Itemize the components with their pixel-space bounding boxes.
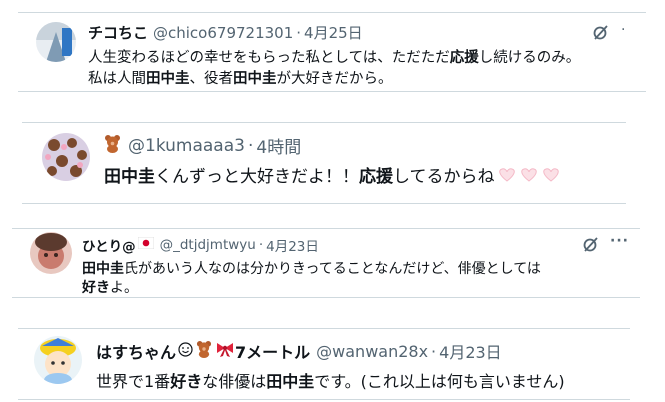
grok-icon[interactable] xyxy=(582,236,599,253)
japan-flag-icon xyxy=(137,236,154,253)
display-name-suffix[interactable]: 7メートル xyxy=(235,339,310,363)
divider xyxy=(22,122,626,123)
tweet-date[interactable]: 4月25日 xyxy=(304,22,363,43)
tweet-text-line: 人生変わるほどの幸せをもらった私としては、ただただ応援し続けるのみ。 xyxy=(88,46,580,67)
tweet-header: ひとり@ @_dtjdjmtwyu · 4月23日 xyxy=(82,235,319,255)
highlighted-keyword: 応援 xyxy=(359,167,393,187)
tweet-header: はすちゃん 7メートル @wanwan28x · 4月23日 xyxy=(96,339,502,363)
tweet-text-line: 好きよ。 xyxy=(82,277,138,297)
tweet-text-line: 田中圭くんずっと大好きだよ！！応援してるからね xyxy=(104,162,563,188)
bear-emoji-icon xyxy=(104,134,121,158)
tweet-header: チコちこ @chico679721301 · 4月25日 xyxy=(88,22,363,43)
tweet-date[interactable]: 4時間 xyxy=(256,133,301,158)
highlighted-keyword: 応援 xyxy=(449,50,479,66)
text-segment: 人生変わるほどの幸せをもらった私としては、ただただ xyxy=(88,50,450,66)
user-handle[interactable]: @wanwan28x xyxy=(316,342,428,361)
more-icon[interactable]: · xyxy=(621,22,625,38)
text-segment: 私は人間 xyxy=(88,71,146,87)
highlighted-keyword: 田中圭 xyxy=(233,71,277,87)
divider xyxy=(18,91,646,92)
text-segment: よ。 xyxy=(110,280,138,296)
text-segment: です。(これ以上は何も言いません) xyxy=(314,372,565,391)
divider xyxy=(22,203,626,204)
text-segment: が大好きだから。 xyxy=(276,71,393,87)
divider xyxy=(18,399,630,400)
tweet-text-line: 田中圭氏があいう人なのは分かりきってることなんだけど、俳優としては xyxy=(82,258,541,278)
tweet-text-line: 私は人間田中圭、役者田中圭が大好きだから。 xyxy=(88,67,393,88)
text-segment: な俳優は xyxy=(202,372,267,391)
grok-icon[interactable] xyxy=(592,24,609,41)
display-name[interactable]: チコちこ xyxy=(88,22,148,43)
separator-dot: · xyxy=(431,341,437,361)
more-icon[interactable]: ··· xyxy=(610,233,629,249)
highlighted-keyword: 好き xyxy=(170,372,203,391)
user-handle[interactable]: @_dtjdjmtwyu xyxy=(160,237,256,253)
avatar[interactable] xyxy=(34,336,82,384)
smile-emoji-icon xyxy=(178,341,193,361)
ribbon-emoji-icon xyxy=(215,341,235,361)
highlighted-keyword: 田中圭 xyxy=(266,372,315,391)
tweet-date[interactable]: 4月23日 xyxy=(439,339,502,363)
highlighted-keyword: 田中圭 xyxy=(82,261,124,277)
divider xyxy=(18,12,646,13)
avatar[interactable] xyxy=(36,22,76,62)
user-handle[interactable]: @chico679721301 xyxy=(153,24,293,42)
avatar[interactable] xyxy=(42,133,90,181)
tweet-text-line: 世界で1番好きな俳優は田中圭です。(これ以上は何も言いません) xyxy=(96,368,565,392)
display-name[interactable]: ひとり@ xyxy=(82,235,136,255)
separator-dot: · xyxy=(247,135,254,156)
tweet-card[interactable]: チコちこ @chico679721301 · 4月25日 · 人生変わるほどの幸… xyxy=(18,12,646,92)
tweet-card[interactable]: @1kumaaaa3 · 4時間 田中圭くんずっと大好きだよ！！応援してるからね xyxy=(22,122,626,204)
highlighted-keyword: 好き xyxy=(82,280,110,296)
tweet-card[interactable]: ひとり@ @_dtjdjmtwyu · 4月23日 ··· 田中圭氏があいう人な… xyxy=(12,228,640,298)
avatar[interactable] xyxy=(30,232,72,274)
text-segment: 氏があいう人なのは分かりきってることなんだけど、俳優としては xyxy=(124,261,541,277)
tweet-header: @1kumaaaa3 · 4時間 xyxy=(104,133,301,158)
text-segment: 、役者 xyxy=(189,71,234,87)
text-segment: くんずっと大好きだよ！！ xyxy=(155,167,359,187)
divider xyxy=(12,297,640,298)
separator-dot: · xyxy=(296,23,302,42)
user-handle[interactable]: @1kumaaaa3 xyxy=(128,136,245,156)
separator-dot: · xyxy=(258,237,264,253)
heart-emoji-icon xyxy=(497,167,563,188)
display-name[interactable]: はすちゃん xyxy=(96,339,176,363)
tweet-card[interactable]: はすちゃん 7メートル @wanwan28x · 4月23日 世界で1番好きな俳… xyxy=(18,328,630,400)
tweet-date[interactable]: 4月23日 xyxy=(266,235,319,255)
divider xyxy=(12,228,640,229)
highlighted-keyword: 田中圭 xyxy=(146,71,190,87)
text-segment: 世界で1番 xyxy=(96,372,171,391)
text-segment: し続けるのみ。 xyxy=(478,50,581,66)
bear-emoji-icon xyxy=(196,340,212,362)
text-segment: してるからね xyxy=(393,167,495,187)
highlighted-keyword: 田中圭 xyxy=(104,167,155,187)
divider xyxy=(18,328,630,329)
